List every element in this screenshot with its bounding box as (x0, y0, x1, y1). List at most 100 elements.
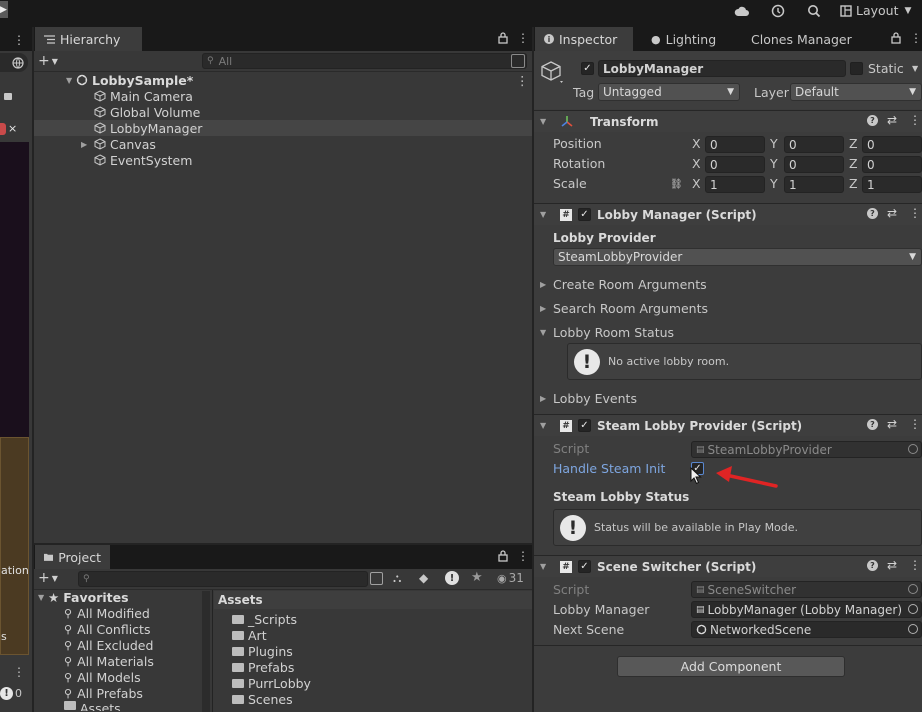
scale-y-input[interactable]: 1 (784, 176, 844, 193)
favorite-item[interactable]: ⚲ All Excluded (64, 637, 153, 653)
play-controls-fragment[interactable]: ▶ (0, 1, 8, 18)
lock-icon[interactable] (891, 32, 901, 47)
folder-item[interactable]: _Scripts (232, 611, 297, 627)
layout-dropdown[interactable]: Layout ▼ (840, 1, 911, 20)
presets-icon[interactable]: ⇄ (887, 206, 897, 220)
hierarchy-item-main-camera[interactable]: Main Camera (94, 88, 594, 104)
scale-x-input[interactable]: 1 (705, 176, 765, 193)
favorite-item[interactable]: ⚲ All Materials (64, 653, 154, 669)
filter-by-type-icon[interactable]: ⛬ (393, 571, 401, 586)
tab-lighting[interactable]: ● Lighting (642, 27, 725, 51)
rotation-y-input[interactable]: 0 (784, 156, 844, 173)
more-options-icon[interactable]: ⋮ (13, 33, 25, 47)
label-icon[interactable]: ◆ (419, 571, 428, 585)
next-scene-field[interactable]: NetworkedScene (691, 621, 922, 638)
info-count[interactable]: ! 0 (0, 685, 30, 701)
star-icon[interactable]: ★ (471, 570, 483, 585)
more-options-icon[interactable]: ⋮ (517, 31, 529, 45)
position-z-input[interactable]: 0 (862, 136, 922, 153)
tag-dropdown[interactable]: Untagged ▼ (598, 83, 740, 101)
favorite-item[interactable]: ⚲ All Conflicts (64, 621, 150, 637)
close-icon[interactable]: × (8, 122, 17, 135)
more-options-icon[interactable]: ⋮ (517, 549, 529, 563)
log-icon[interactable]: ! (445, 571, 459, 585)
search-icon[interactable] (807, 1, 821, 20)
hierarchy-item-lobbymanager[interactable]: LobbyManager (34, 120, 532, 136)
foldout-search-room-arguments[interactable]: ▶ Search Room Arguments (540, 299, 708, 317)
tab-hierarchy[interactable]: Hierarchy (35, 27, 142, 51)
scene-switcher-header[interactable]: ▼ # ✓ Scene Switcher (Script) ? ⇄ ⋮ (534, 555, 922, 577)
position-y-input[interactable]: 0 (784, 136, 844, 153)
more-options-icon[interactable]: ⋮ (909, 417, 921, 431)
chevron-down-icon[interactable]: ▼ (912, 64, 918, 73)
favorites-header[interactable]: ▼ ★ Favorites (38, 589, 129, 605)
scene-row[interactable]: ▼ LobbySample* ⋮ (66, 72, 566, 88)
static-checkbox[interactable] (850, 62, 863, 75)
hidden-packages-toggle[interactable]: ◉ 31 (497, 571, 524, 585)
help-icon[interactable]: ? (867, 208, 878, 219)
hierarchy-search-input[interactable]: ⚲ All (202, 53, 527, 69)
more-options-icon[interactable]: ⋮ (516, 73, 529, 88)
lobby-manager-header[interactable]: ▼ # ✓ Lobby Manager (Script) ? ⇄ ⋮ (534, 203, 922, 225)
hierarchy-item-canvas[interactable]: ▶ Canvas (81, 136, 581, 152)
steam-provider-header[interactable]: ▼ # ✓ Steam Lobby Provider (Script) ? ⇄ … (534, 414, 922, 436)
layer-dropdown[interactable]: Default ▼ (790, 83, 922, 101)
scene-visibility-icon[interactable] (511, 54, 525, 68)
more-options-icon[interactable]: ⋮ (910, 31, 922, 45)
position-x-input[interactable]: 0 (705, 136, 765, 153)
expand-arrow-icon[interactable]: ▼ (540, 117, 550, 126)
constrain-proportions-icon[interactable]: ⛓ (670, 179, 683, 190)
object-picker-icon[interactable] (908, 624, 918, 634)
lobby-manager-reference-field[interactable]: ▤ LobbyManager (Lobby Manager) (691, 601, 922, 618)
tab-inspector[interactable]: i Inspector (535, 27, 633, 51)
add-component-button[interactable]: Add Component (617, 656, 845, 677)
foldout-lobby-events[interactable]: ▶ Lobby Events (540, 389, 637, 407)
expand-arrow-icon[interactable]: ▼ (540, 562, 550, 571)
expand-arrow-icon[interactable]: ▼ (540, 210, 550, 219)
folder-item[interactable]: Prefabs (232, 659, 294, 675)
presets-icon[interactable]: ⇄ (887, 417, 897, 431)
scale-z-input[interactable]: 1 (862, 176, 922, 193)
folder-item[interactable]: PurrLobby (232, 675, 311, 691)
folder-item[interactable]: Plugins (232, 643, 293, 659)
create-button[interactable]: + ▼ (38, 570, 58, 586)
cloud-icon[interactable] (734, 1, 750, 20)
more-options-icon[interactable]: ⋮ (909, 206, 921, 220)
expand-arrow-icon[interactable]: ▼ (38, 593, 48, 602)
assets-root-item[interactable]: Assets (64, 701, 121, 711)
expand-arrow-icon[interactable]: ▼ (540, 421, 550, 430)
transform-header[interactable]: ▼ Transform ? ⇄ ⋮ (534, 110, 922, 132)
favorite-item[interactable]: ⚲ All Models (64, 669, 141, 685)
rotation-x-input[interactable]: 0 (705, 156, 765, 173)
favorite-item[interactable]: ⚲ All Modified (64, 605, 150, 621)
more-options-icon[interactable]: ⋮ (909, 113, 921, 127)
active-checkbox[interactable]: ✓ (581, 62, 594, 75)
tab-clones-manager[interactable]: Clones Manager (742, 27, 861, 51)
folder-item[interactable]: Scenes (232, 691, 293, 707)
tree-scrollbar[interactable] (202, 591, 210, 712)
hierarchy-item-global-volume[interactable]: Global Volume (94, 104, 594, 120)
lock-icon[interactable] (498, 550, 508, 565)
component-enabled-checkbox[interactable]: ✓ (578, 560, 591, 573)
help-icon[interactable]: ? (867, 560, 878, 571)
lobby-provider-dropdown[interactable]: SteamLobbyProvider ▼ (553, 248, 922, 266)
presets-icon[interactable]: ⇄ (887, 113, 897, 127)
search-by-type-icon[interactable] (370, 572, 383, 585)
expand-arrow-icon[interactable]: ▶ (81, 140, 94, 149)
help-icon[interactable]: ? (867, 419, 878, 430)
globe-dropdown-fragment[interactable] (0, 53, 28, 72)
component-enabled-checkbox[interactable]: ✓ (578, 208, 591, 221)
more-options-icon[interactable]: ⋮ (909, 558, 921, 572)
component-enabled-checkbox[interactable]: ✓ (578, 419, 591, 432)
object-picker-icon[interactable] (908, 604, 918, 614)
more-options-icon[interactable]: ⋮ (13, 665, 25, 679)
history-icon[interactable] (771, 1, 785, 20)
help-icon[interactable]: ? (867, 115, 878, 126)
rotation-z-input[interactable]: 0 (862, 156, 922, 173)
object-name-input[interactable]: LobbyManager (598, 60, 846, 77)
folder-item[interactable]: Art (232, 627, 267, 643)
foldout-create-room-arguments[interactable]: ▶ Create Room Arguments (540, 275, 707, 293)
hierarchy-item-eventsystem[interactable]: EventSystem (94, 152, 594, 168)
expand-arrow-icon[interactable]: ▼ (66, 76, 76, 85)
lock-icon[interactable] (4, 93, 12, 100)
